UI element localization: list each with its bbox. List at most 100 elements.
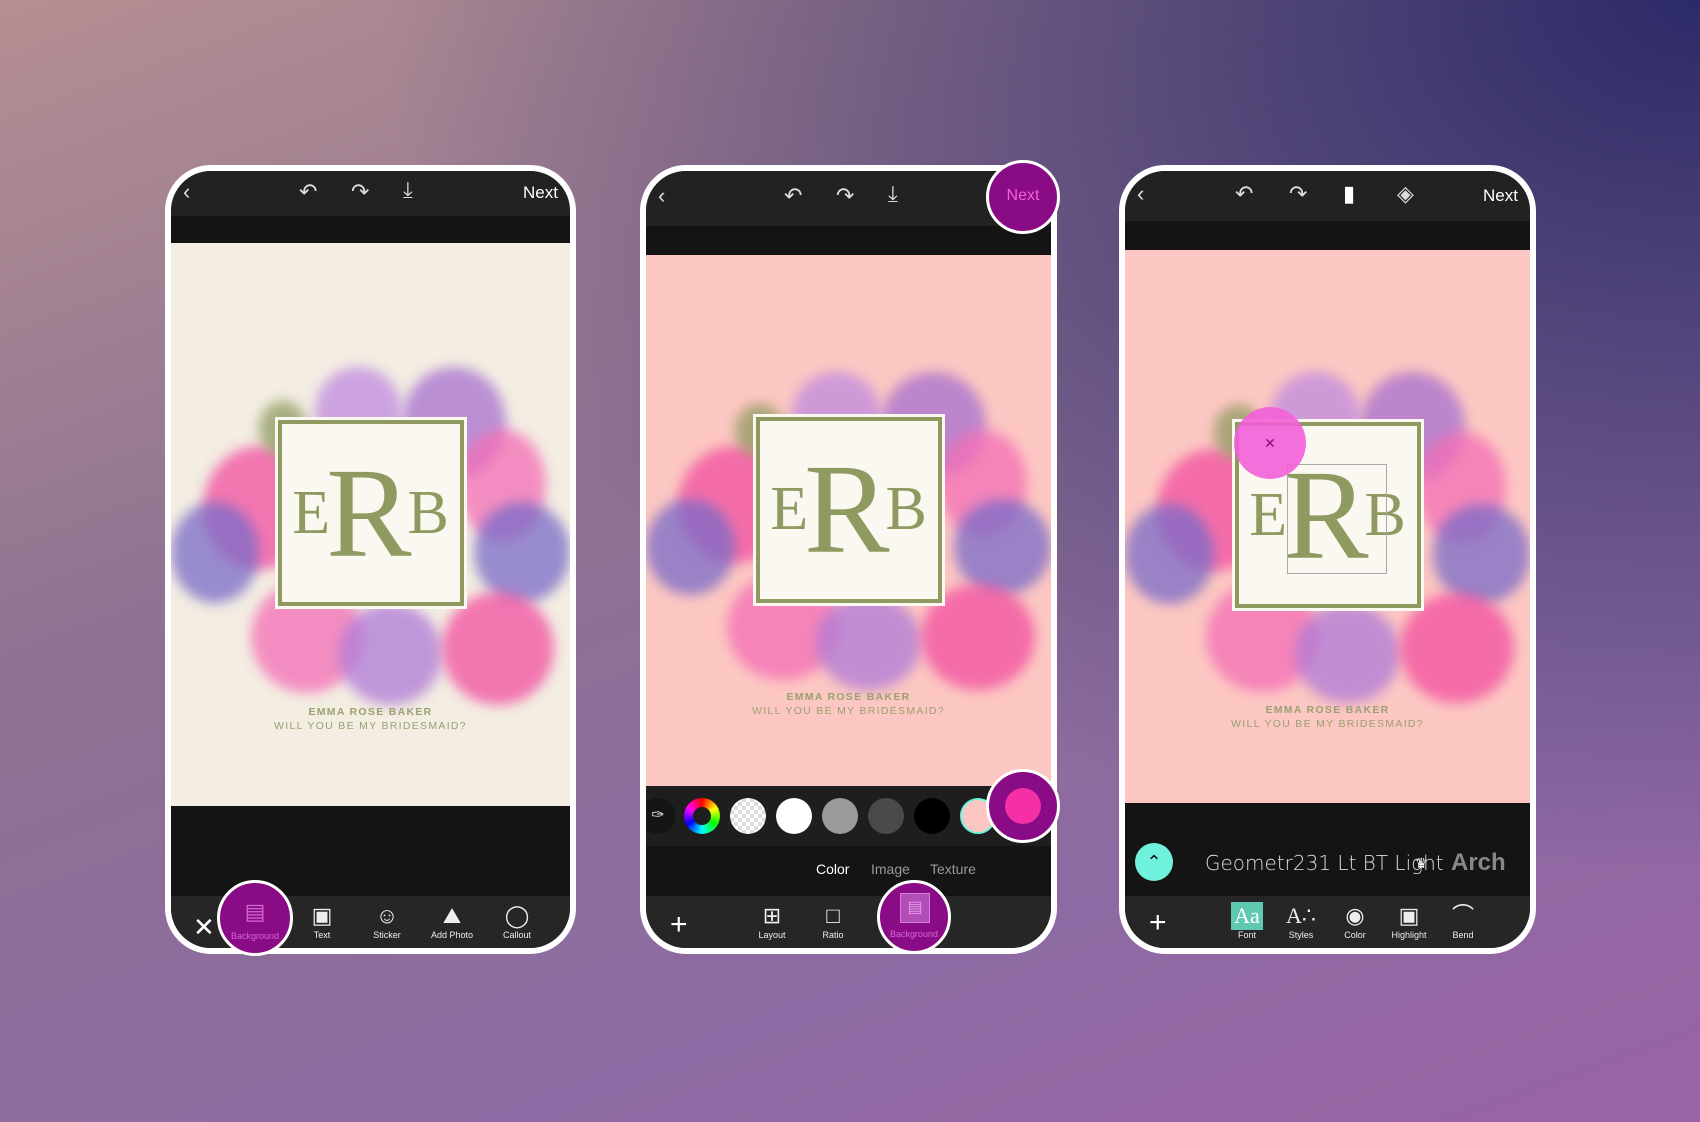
undo-icon[interactable]: ↶ [784, 185, 802, 207]
pink-swatch-highlight[interactable] [986, 769, 1060, 843]
tool-bend[interactable]: ⌒ Bend [1433, 902, 1493, 940]
monogram-letter: B [407, 478, 449, 547]
card-name: EMMA ROSE BAKER [1265, 704, 1390, 717]
card-text[interactable]: EMMA ROSE BAKER WILL YOU BE MY BRIDESMAID… [1125, 703, 1530, 731]
flower-decoration [1125, 504, 1215, 604]
tab-image[interactable]: Image [871, 861, 910, 877]
flower-decoration [171, 501, 259, 604]
tool-label: Font [1237, 930, 1256, 940]
add-photo-icon: ⛰ [442, 903, 462, 928]
next-button: Next [1006, 187, 1040, 204]
top-bar: ‹ ↶ ↷ ⤓ Next [171, 171, 570, 216]
card-text[interactable]: EMMA ROSE BAKER WILL YOU BE MY BRIDESMAID… [171, 705, 570, 733]
download-icon[interactable]: ⤓ [888, 183, 898, 205]
color-icon: ◉ [1345, 903, 1365, 928]
tool-label: Color [1344, 930, 1366, 940]
redo-icon[interactable]: ↷ [351, 181, 369, 203]
tool-font[interactable]: Aa Font [1217, 902, 1277, 940]
next-button[interactable]: Next [523, 183, 558, 203]
hot-pink-swatch [1005, 788, 1041, 824]
background-icon: ▤ [244, 899, 266, 924]
back-icon[interactable]: ‹ [1137, 183, 1144, 205]
flower-decoration [646, 499, 736, 595]
styles-icon: A∴ [1286, 903, 1316, 928]
layout-icon: ⊞ [762, 903, 782, 928]
download-icon[interactable]: ⤓ [403, 179, 413, 201]
back-icon[interactable]: ‹ [658, 185, 665, 207]
tool-ratio[interactable]: □ Ratio [803, 902, 863, 940]
black-swatch[interactable] [914, 798, 950, 834]
top-bar: ‹ ↶ ↷ ▮ ◈ Next [1125, 171, 1530, 221]
tool-text[interactable]: ▣ Text [292, 902, 352, 940]
tool-styles[interactable]: A∴ Styles [1271, 902, 1331, 940]
undo-icon[interactable]: ↶ [299, 181, 317, 203]
expand-up-icon[interactable]: ⌃ [1135, 843, 1173, 881]
flower-decoration [474, 501, 570, 604]
crown-icon: ♛ [1415, 855, 1428, 871]
tool-label: Highlight [1391, 930, 1427, 940]
phone-screen-1: ‹ ↶ ↷ ⤓ Next ERB EMMA ROSE BAKER WILL YOU… [165, 165, 576, 954]
eyedropper-icon[interactable]: ✑ [646, 798, 676, 834]
card-question: WILL YOU BE MY BRIDESMAID? [1231, 718, 1424, 731]
monogram-frame[interactable]: ERB [274, 417, 467, 610]
monogram-letter: R [804, 438, 890, 581]
tool-add-photo[interactable]: ⛰ Add Photo [422, 902, 482, 940]
tool-color[interactable]: ◉ Color [1325, 902, 1385, 940]
color-wheel-swatch[interactable] [684, 798, 720, 834]
eraser-icon[interactable]: ▮ [1343, 183, 1355, 205]
tool-label: Text [313, 930, 331, 940]
transparent-swatch[interactable] [730, 798, 766, 834]
redo-icon[interactable]: ↷ [836, 185, 854, 207]
tool-background-highlight[interactable]: ▤ Background [217, 880, 293, 956]
monogram-letter: E [1249, 480, 1288, 549]
phone-screen-2: ‹ ↶ ↷ ⤓ ERB EMMA ROSE BAKER WILL YOU BE M… [640, 165, 1057, 954]
flower-decoration [816, 594, 922, 691]
flower-decoration [1400, 592, 1514, 704]
add-icon[interactable]: + [670, 910, 688, 940]
flower-decoration [442, 592, 555, 705]
flower-decoration [953, 499, 1051, 595]
tab-texture[interactable]: Texture [930, 861, 976, 877]
undo-icon[interactable]: ↶ [1235, 183, 1253, 205]
tab-color[interactable]: Color [816, 861, 849, 877]
card-canvas[interactable]: ERB EMMA ROSE BAKER WILL YOU BE MY BRIDES… [171, 243, 570, 806]
gray-swatch[interactable] [822, 798, 858, 834]
card-canvas[interactable]: ERB EMMA ROSE BAKER WILL YOU BE MY BRIDES… [646, 255, 1051, 786]
redo-icon[interactable]: ↷ [1289, 183, 1307, 205]
card-name: EMMA ROSE BAKER [786, 691, 911, 704]
phone-screen-3: ‹ ↶ ↷ ▮ ◈ Next ERB EMMA ROSE BAKER WILL Y… [1119, 165, 1536, 954]
tool-background-highlight[interactable]: ▤ Background [877, 880, 951, 954]
card-name: EMMA ROSE BAKER [308, 705, 433, 718]
monogram-letter: B [885, 475, 927, 544]
tool-label: Add Photo [430, 930, 474, 940]
font-option-next[interactable]: Arch [1451, 849, 1506, 877]
text-selection-box[interactable] [1287, 464, 1387, 574]
tool-highlight[interactable]: ▣ Highlight [1379, 902, 1439, 940]
tool-sticker[interactable]: ☺ Sticker [357, 902, 417, 940]
close-icon[interactable]: ✕ [193, 914, 215, 940]
text-icon: ▣ [311, 903, 333, 928]
card-question: WILL YOU BE MY BRIDESMAID? [274, 719, 467, 732]
flower-decoration [1432, 504, 1530, 604]
tool-label: Sticker [373, 930, 401, 940]
tool-label: Styles [1288, 930, 1314, 940]
sticker-icon: ☺ [375, 903, 399, 928]
next-button-highlight[interactable]: Next [986, 160, 1060, 234]
card-text[interactable]: EMMA ROSE BAKER WILL YOU BE MY BRIDESMAID… [646, 690, 1051, 718]
back-icon[interactable]: ‹ [183, 181, 190, 203]
monogram-frame[interactable]: ERB [752, 413, 945, 606]
bottom-toolbar: + Aa Font A∴ Styles ◉ Color ▣ Highlight ⌒ Ben… [1125, 896, 1530, 948]
tool-callout[interactable]: ◯ Callout [487, 902, 547, 940]
tool-label: Layout [758, 930, 786, 940]
tool-layout[interactable]: ⊞ Layout [742, 902, 802, 940]
next-button[interactable]: Next [1483, 186, 1518, 206]
delete-text-handle-highlight[interactable]: ✕ [1234, 407, 1306, 479]
tool-label: Callout [502, 930, 531, 940]
layers-icon[interactable]: ◈ [1397, 183, 1414, 205]
tool-label: Ratio [822, 930, 844, 940]
monogram-letter: E [292, 478, 331, 547]
font-option-current[interactable]: Geometr231 Lt BT Light [1205, 851, 1444, 875]
dark-gray-swatch[interactable] [868, 798, 904, 834]
add-icon[interactable]: + [1149, 908, 1167, 938]
white-swatch[interactable] [776, 798, 812, 834]
